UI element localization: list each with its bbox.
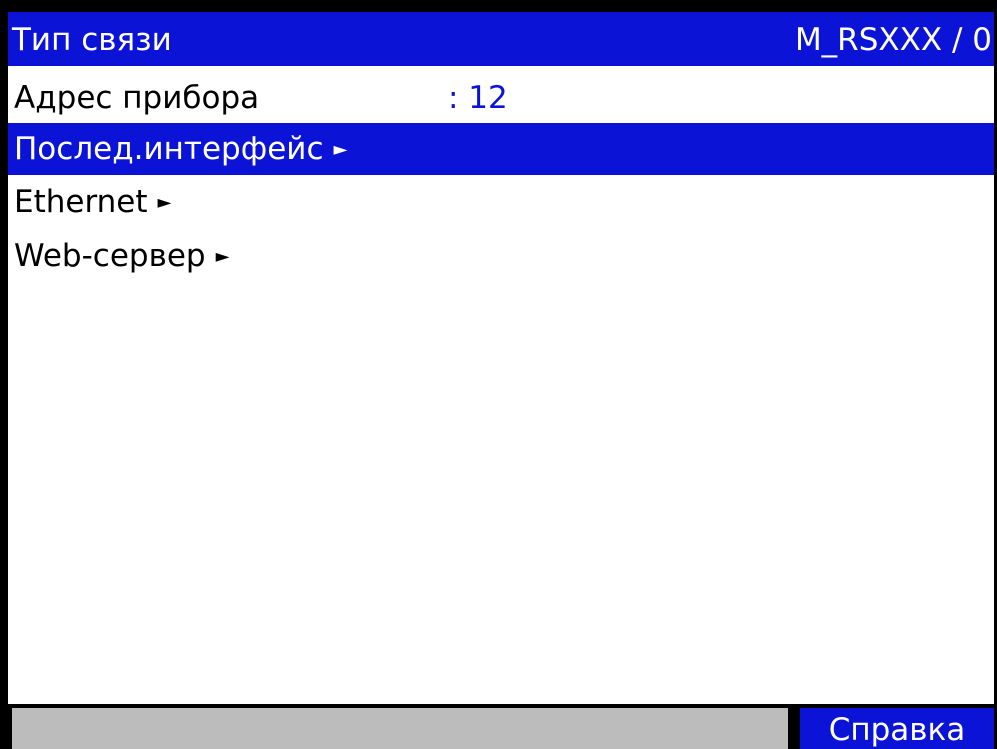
menu-item-serial-interface[interactable]: Послед.интерфейс ► xyxy=(8,123,994,175)
status-bar: Справка xyxy=(8,704,994,749)
device-screen: Тип связи M_RSXXX / 0 Адрес прибора : 12… xyxy=(8,12,994,749)
web-server-label: Web-сервер xyxy=(14,238,206,274)
device-address-label: Адрес прибора xyxy=(14,80,260,116)
device-id-label: M_RSXXX / 0 xyxy=(794,22,992,58)
status-field xyxy=(12,708,788,749)
serial-interface-label: Послед.интерфейс xyxy=(14,131,324,167)
menu-item-ethernet[interactable]: Ethernet ► xyxy=(8,176,994,228)
menu-item-web-server[interactable]: Web-сервер ► xyxy=(8,230,994,282)
page-title: Тип связи xyxy=(12,22,172,58)
ethernet-label: Ethernet xyxy=(14,184,148,220)
title-bar: Тип связи M_RSXXX / 0 xyxy=(8,12,994,66)
submenu-arrow-icon: ► xyxy=(215,246,230,267)
device-address-value: : 12 xyxy=(448,80,508,116)
submenu-arrow-icon: ► xyxy=(333,139,348,160)
help-button[interactable]: Справка xyxy=(800,708,994,749)
menu-item-device-address[interactable]: Адрес прибора : 12 xyxy=(8,72,994,124)
submenu-arrow-icon: ► xyxy=(157,192,172,213)
